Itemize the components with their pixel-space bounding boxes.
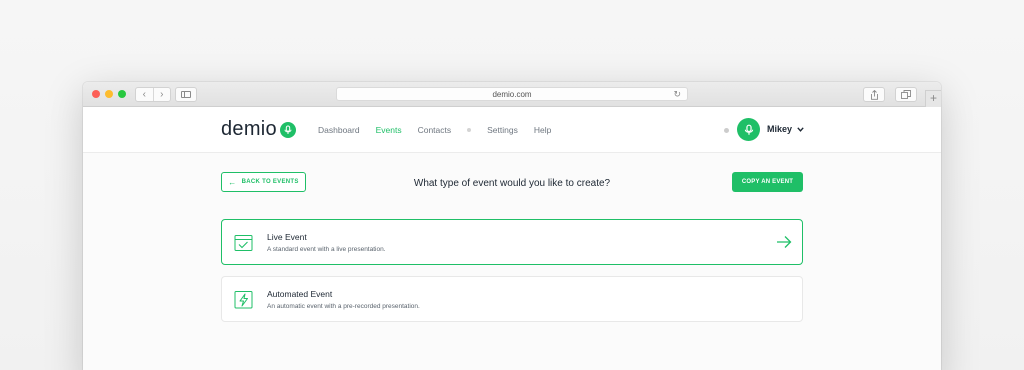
close-window-button[interactable]	[92, 90, 100, 98]
calendar-check-icon	[234, 235, 253, 251]
minimize-window-button[interactable]	[105, 90, 113, 98]
demio-app: demio Dashboard Events Contacts Settings…	[83, 107, 941, 370]
avatar[interactable]	[737, 118, 760, 141]
nav-dashboard[interactable]: Dashboard	[318, 125, 360, 135]
tabs-icon	[901, 90, 911, 99]
copy-event-button[interactable]: COPY AN EVENT	[732, 172, 803, 192]
status-indicator	[724, 128, 729, 133]
top-navigation: demio Dashboard Events Contacts Settings…	[83, 107, 941, 153]
back-to-events-button[interactable]: ← BACK TO EVENTS	[221, 172, 306, 192]
logo-text: demio	[221, 118, 277, 140]
nav-separator-dot	[467, 128, 472, 132]
user-name: Mikey	[767, 124, 793, 134]
address-bar[interactable]: demio.com ↻	[336, 87, 688, 101]
forward-arrow-icon[interactable]: ›	[152, 88, 171, 101]
lightning-icon	[234, 291, 253, 309]
arrow-right-icon[interactable]	[776, 234, 792, 250]
new-tab-button[interactable]: +	[925, 90, 941, 107]
reload-icon[interactable]: ↻	[673, 89, 681, 100]
browser-titlebar: ‹ › demio.com ↻ +	[83, 82, 941, 107]
automated-event-card[interactable]: Automated Event An automatic event with …	[221, 276, 803, 322]
arrow-left-icon: ←	[228, 177, 237, 187]
main-menu: Dashboard Events Contacts Settings Help	[318, 125, 567, 135]
nav-settings[interactable]: Settings	[487, 125, 518, 135]
microphone-icon	[279, 121, 296, 138]
card-description: A standard event with a live presentatio…	[267, 246, 386, 253]
sidebar-toggle-button[interactable]	[175, 87, 197, 102]
back-arrow-icon[interactable]: ‹	[136, 88, 153, 101]
browser-window: ‹ › demio.com ↻ + demio Dashboard Events…	[83, 82, 941, 370]
live-event-card[interactable]: Live Event A standard event with a live …	[221, 219, 803, 265]
share-icon	[870, 89, 878, 100]
history-nav-group: ‹ ›	[135, 87, 171, 102]
demio-logo[interactable]: demio	[221, 118, 296, 141]
copy-button-label: COPY AN EVENT	[741, 179, 794, 185]
nav-help[interactable]: Help	[534, 125, 551, 135]
card-title: Automated Event	[267, 289, 333, 299]
user-menu[interactable]: Mikey	[767, 124, 804, 134]
url-text: demio.com	[492, 89, 532, 99]
sidebar-icon	[181, 91, 191, 98]
nav-contacts[interactable]: Contacts	[418, 125, 452, 135]
share-button[interactable]	[863, 87, 885, 102]
page-title: What type of event would you like to cre…	[413, 178, 611, 189]
card-title: Live Event	[267, 232, 307, 242]
maximize-window-button[interactable]	[118, 90, 126, 98]
card-description: An automatic event with a pre-recorded p…	[267, 303, 420, 310]
nav-events[interactable]: Events	[376, 125, 402, 135]
back-button-label: BACK TO EVENTS	[241, 179, 299, 185]
microphone-icon	[744, 124, 753, 135]
chevron-down-icon	[797, 126, 804, 132]
tabs-overview-button[interactable]	[895, 87, 917, 102]
